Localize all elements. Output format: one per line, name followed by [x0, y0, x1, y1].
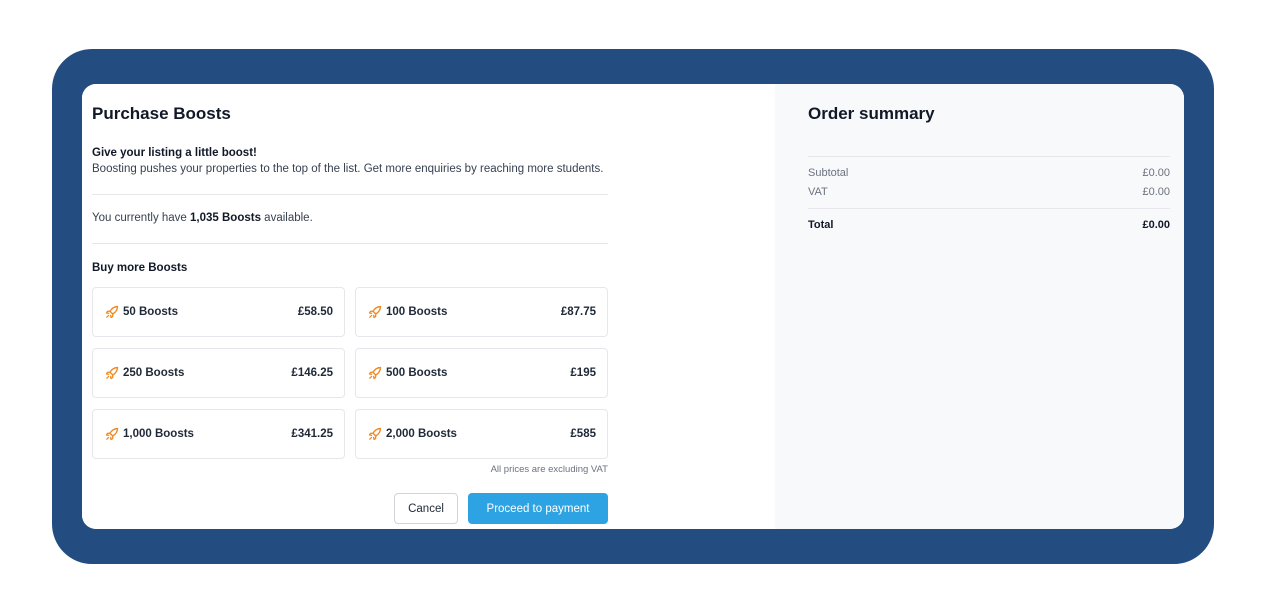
order-summary-title: Order summary: [808, 104, 935, 123]
summary-divider: [808, 156, 1170, 157]
balance-value: 1,035 Boosts: [190, 212, 261, 224]
vat-label: VAT: [808, 186, 828, 198]
boost-option-50[interactable]: 50 Boosts £58.50: [92, 287, 345, 337]
boost-option-100[interactable]: 100 Boosts £87.75: [355, 287, 608, 337]
subtotal-row: Subtotal £0.00: [808, 167, 1170, 179]
rocket-icon: [105, 366, 119, 380]
total-value: £0.00: [1142, 219, 1170, 231]
boost-option-250[interactable]: 250 Boosts £146.25: [92, 348, 345, 398]
rocket-icon: [368, 366, 382, 380]
option-name: 1,000 Boosts: [123, 428, 194, 440]
page-title: Purchase Boosts: [92, 104, 231, 123]
boost-options-grid: 50 Boosts £58.50 100 Boosts £87.75 250 B…: [92, 287, 608, 459]
rocket-icon: [368, 427, 382, 441]
divider: [92, 194, 608, 195]
boost-description: Boosting pushes your properties to the t…: [92, 163, 604, 175]
option-price: £341.25: [291, 428, 333, 440]
subtotal-value: £0.00: [1142, 167, 1170, 179]
balance-prefix: You currently have: [92, 212, 191, 224]
order-summary-panel: Order summary Subtotal £0.00 VAT £0.00 T…: [775, 84, 1184, 529]
option-price: £146.25: [291, 367, 333, 379]
boost-option-1000[interactable]: 1,000 Boosts £341.25: [92, 409, 345, 459]
option-price: £87.75: [560, 306, 596, 318]
option-price: £58.50: [297, 306, 333, 318]
proceed-to-payment-button[interactable]: Proceed to payment: [468, 493, 608, 524]
vat-row: VAT £0.00: [808, 186, 1170, 198]
buy-more-label: Buy more Boosts: [92, 262, 188, 274]
subtotal-label: Subtotal: [808, 167, 849, 179]
divider: [92, 243, 608, 244]
cancel-button[interactable]: Cancel: [394, 493, 458, 524]
rocket-icon: [105, 427, 119, 441]
vat-note: All prices are excluding VAT: [490, 464, 608, 475]
total-row: Total £0.00: [808, 219, 1170, 231]
boost-subheading: Give your listing a little boost!: [92, 147, 257, 159]
boost-option-2000[interactable]: 2,000 Boosts £585: [355, 409, 608, 459]
option-price: £585: [570, 428, 596, 440]
boost-balance: You currently have 1,035 Boosts availabl…: [92, 212, 313, 224]
rocket-icon: [368, 305, 382, 319]
rocket-icon: [105, 305, 119, 319]
vat-value: £0.00: [1142, 186, 1170, 198]
option-name: 500 Boosts: [386, 367, 448, 379]
option-name: 250 Boosts: [123, 367, 185, 379]
summary-divider: [808, 208, 1170, 209]
option-name: 100 Boosts: [386, 306, 448, 318]
purchase-modal: Purchase Boosts Give your listing a litt…: [82, 84, 1184, 529]
boost-option-500[interactable]: 500 Boosts £195: [355, 348, 608, 398]
purchase-panel: Purchase Boosts Give your listing a litt…: [82, 84, 775, 529]
option-price: £195: [570, 367, 596, 379]
option-name: 50 Boosts: [123, 306, 178, 318]
total-label: Total: [808, 219, 834, 231]
option-name: 2,000 Boosts: [386, 428, 457, 440]
balance-suffix: available.: [260, 212, 313, 224]
